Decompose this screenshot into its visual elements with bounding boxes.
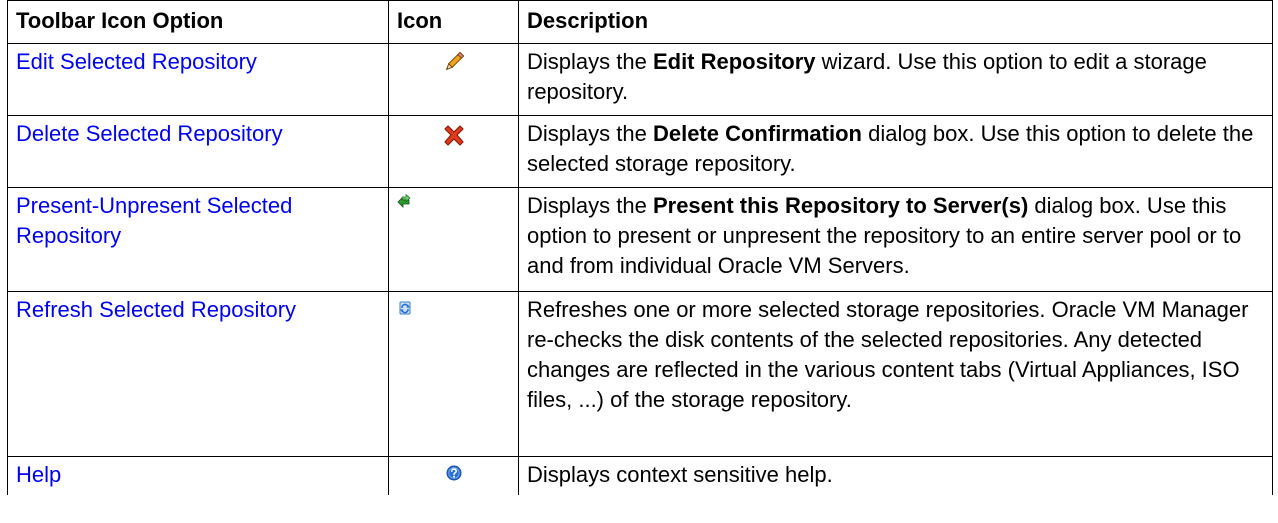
- help-link[interactable]: Help: [16, 462, 61, 487]
- option-cell: Refresh Selected Repository: [7, 291, 389, 457]
- description-emphasis: Present this Repository to Server(s): [652, 193, 1029, 218]
- green-arrows-icon: [397, 194, 411, 208]
- pencil-icon: [442, 50, 466, 74]
- icon-cell: [388, 115, 519, 188]
- description-text: Refreshes one or more selected storage r…: [527, 297, 1249, 412]
- table-row: Edit Selected Repository Displays the Ed…: [7, 43, 1273, 116]
- description-cell: Displays context sensitive help.: [518, 456, 1273, 495]
- description-emphasis: Delete Confirmation: [652, 121, 862, 146]
- header-icon: Icon: [388, 0, 519, 44]
- table-row: Help Displays context sensitive help.: [7, 456, 1273, 495]
- option-cell: Help: [7, 456, 389, 495]
- table-header-row: Toolbar Icon Option Icon Description: [7, 0, 1273, 44]
- red-x-icon: [442, 124, 466, 148]
- option-cell: Edit Selected Repository: [7, 43, 389, 116]
- icon-cell: [388, 456, 519, 495]
- icon-cell: [388, 291, 519, 457]
- description-text: Displays the: [527, 49, 653, 74]
- help-icon: [446, 465, 462, 481]
- description-text: Displays context sensitive help.: [527, 462, 833, 487]
- header-description: Description: [518, 0, 1273, 44]
- icon-cell: [388, 187, 519, 292]
- icon-cell: [388, 43, 519, 116]
- present-unpresent-selected-repository-link[interactable]: Present-Unpresent Selected Repository: [16, 193, 292, 248]
- description-cell: Refreshes one or more selected storage r…: [518, 291, 1273, 457]
- option-cell: Present-Unpresent Selected Repository: [7, 187, 389, 292]
- table-row: Delete Selected Repository Displays the …: [7, 115, 1273, 188]
- refresh-selected-repository-link[interactable]: Refresh Selected Repository: [16, 297, 296, 322]
- table-row: Present-Unpresent Selected Repository Di…: [7, 187, 1273, 292]
- description-emphasis: Edit Repository: [652, 49, 816, 74]
- delete-selected-repository-link[interactable]: Delete Selected Repository: [16, 121, 283, 146]
- option-cell: Delete Selected Repository: [7, 115, 389, 188]
- refresh-icon: [397, 300, 413, 316]
- description-text: Displays the: [527, 193, 653, 218]
- table-row: Refresh Selected Repository Refreshes on…: [7, 291, 1273, 457]
- document-body: Toolbar Icon Option Icon Description Edi…: [7, 0, 1273, 495]
- edit-selected-repository-link[interactable]: Edit Selected Repository: [16, 49, 257, 74]
- description-cell: Displays the Present this Repository to …: [518, 187, 1273, 292]
- header-option: Toolbar Icon Option: [7, 0, 389, 44]
- description-cell: Displays the Edit Repository wizard. Use…: [518, 43, 1273, 116]
- description-cell: Displays the Delete Confirmation dialog …: [518, 115, 1273, 188]
- description-text: Displays the: [527, 121, 653, 146]
- toolbar-options-table: Toolbar Icon Option Icon Description Edi…: [7, 0, 1273, 495]
